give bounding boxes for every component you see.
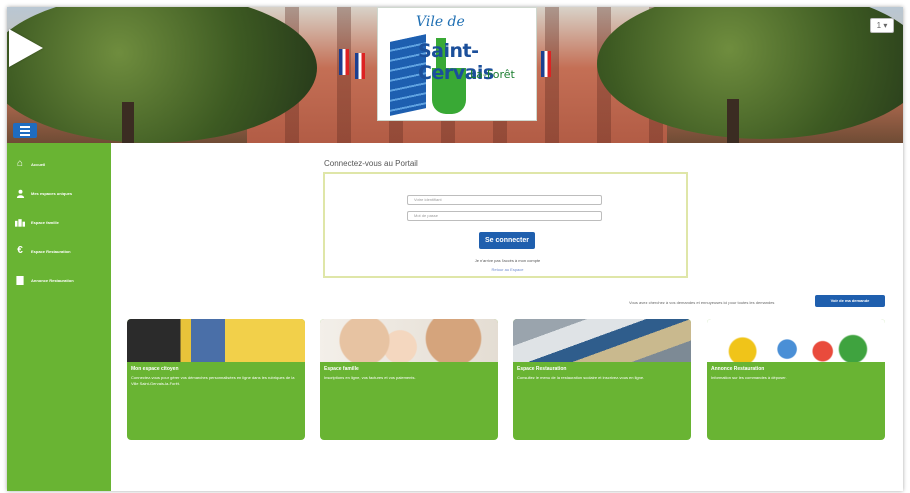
banner-tree-trunk-left — [122, 102, 134, 143]
sidebar-item-label: Accueil — [31, 161, 46, 167]
card-espace-famille[interactable]: Espace famille Inscriptions en ligne, vo… — [320, 319, 498, 440]
login-input[interactable]: Votre identifiant — [407, 195, 602, 205]
card-annonce-restauration[interactable]: Annonce Restauration Information sur les… — [707, 319, 885, 440]
card-espace-citoyen[interactable]: Mon espace citoyen Connectez-vous pour g… — [127, 319, 305, 440]
user-icon — [15, 188, 25, 198]
card-description: Consultez le menu de la restauration sco… — [517, 375, 645, 380]
header-banner: Vile de Saint-Cervais La-Forêt 1 ▾ — [7, 7, 903, 143]
banner-flag — [541, 51, 551, 77]
banner-flag — [355, 53, 365, 79]
logo-line1: Vile de — [416, 14, 465, 30]
card-image — [513, 319, 691, 362]
sidebar-item-label: Mes espaces uniques — [31, 190, 73, 196]
sidebar: ⌂ Accueil Mes espaces uniques Espace fam… — [7, 143, 111, 491]
login-help-text: Je n'arrive pas l'accès à mon compte — [474, 258, 541, 263]
card-espace-restauration[interactable]: Espace Restauration Consultez le menu de… — [513, 319, 691, 440]
sidebar-item-espaces[interactable]: Mes espaces uniques — [15, 186, 72, 200]
euro-icon: € — [17, 245, 23, 256]
password-input[interactable]: Mot de passe — [407, 211, 602, 221]
card-description: Inscriptions en ligne, vos factures et v… — [324, 375, 416, 380]
card-description: Connectez-vous pour gérer vos démarches … — [131, 375, 295, 386]
sidebar-item-restauration[interactable]: € Espace Restauration — [15, 244, 71, 258]
city-logo[interactable]: Vile de Saint-Cervais La-Forêt — [377, 7, 537, 121]
card-image — [320, 319, 498, 362]
card-image — [707, 319, 885, 362]
requests-button[interactable]: Voir de ma demande — [815, 295, 885, 307]
play-icon[interactable] — [9, 29, 43, 67]
card-title: Mon espace citoyen — [131, 366, 179, 372]
hamburger-menu-icon[interactable] — [13, 123, 37, 138]
home-icon: ⌂ — [16, 158, 24, 169]
sidebar-item-annonce[interactable]: Annonce Restauration — [15, 273, 74, 287]
logo-line3: La-Forêt — [470, 68, 515, 81]
card-title: Espace Restauration — [517, 366, 567, 372]
sidebar-item-label: Annonce Restauration — [31, 277, 74, 283]
card-image — [127, 319, 305, 362]
document-icon — [15, 275, 25, 285]
user-menu-button[interactable]: 1 ▾ — [870, 18, 894, 33]
family-icon — [15, 217, 25, 227]
sidebar-item-label: Espace Restauration — [31, 248, 71, 254]
card-title: Espace famille — [324, 366, 359, 372]
sidebar-item-label: Espace famille — [31, 219, 59, 225]
login-box: Votre identifiant Mot de passe Se connec… — [323, 172, 688, 278]
login-help-link[interactable]: Retour au Espace — [325, 267, 690, 272]
requests-text: Vous avez cherchez à vos demandes et enn… — [629, 300, 775, 305]
app-window: Vile de Saint-Cervais La-Forêt 1 ▾ ⌂ Acc… — [7, 7, 903, 491]
sidebar-item-famille[interactable]: Espace famille — [15, 215, 59, 229]
banner-tree-trunk-right — [727, 99, 739, 143]
banner-flag — [339, 49, 349, 75]
login-button[interactable]: Se connecter — [479, 232, 535, 249]
login-title: Connectez-vous au Portail — [324, 159, 418, 168]
card-description: Information sur les commandes à déposer. — [711, 375, 787, 380]
sidebar-item-accueil[interactable]: ⌂ Accueil — [15, 157, 45, 171]
card-title: Annonce Restauration — [711, 366, 765, 372]
